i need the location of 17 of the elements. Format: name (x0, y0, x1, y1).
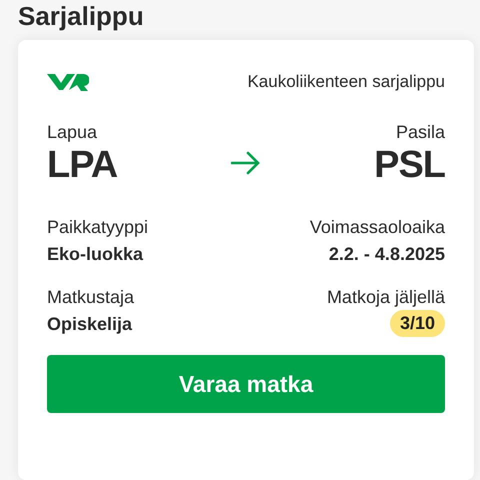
destination-name: Pasila (396, 122, 445, 143)
detail-label: Paikkatyyppi (47, 217, 150, 238)
detail-value: 2.2. - 4.8.2025 (328, 244, 445, 265)
detail-label: Matkoja jäljellä (326, 287, 445, 308)
origin-code: LPA (47, 143, 118, 187)
detail-value: Eko-luokka (47, 244, 144, 265)
logo-icon (47, 72, 89, 92)
count-badge: 3/10 (390, 310, 445, 337)
ticket-type: Kaukoliikenteen sarjalippu (247, 72, 445, 92)
detail-label: Matkustaja (47, 287, 136, 308)
destination-code: PSL (374, 143, 445, 187)
arrow-icon (231, 150, 261, 174)
detail-value: Opiskelija (47, 314, 134, 335)
detail-label: Voimassaoloaika (310, 217, 445, 238)
book-button[interactable]: Varaa matka (47, 355, 445, 413)
page-title: Sarjalippu (18, 0, 145, 32)
origin-name: Lapua (47, 122, 98, 143)
